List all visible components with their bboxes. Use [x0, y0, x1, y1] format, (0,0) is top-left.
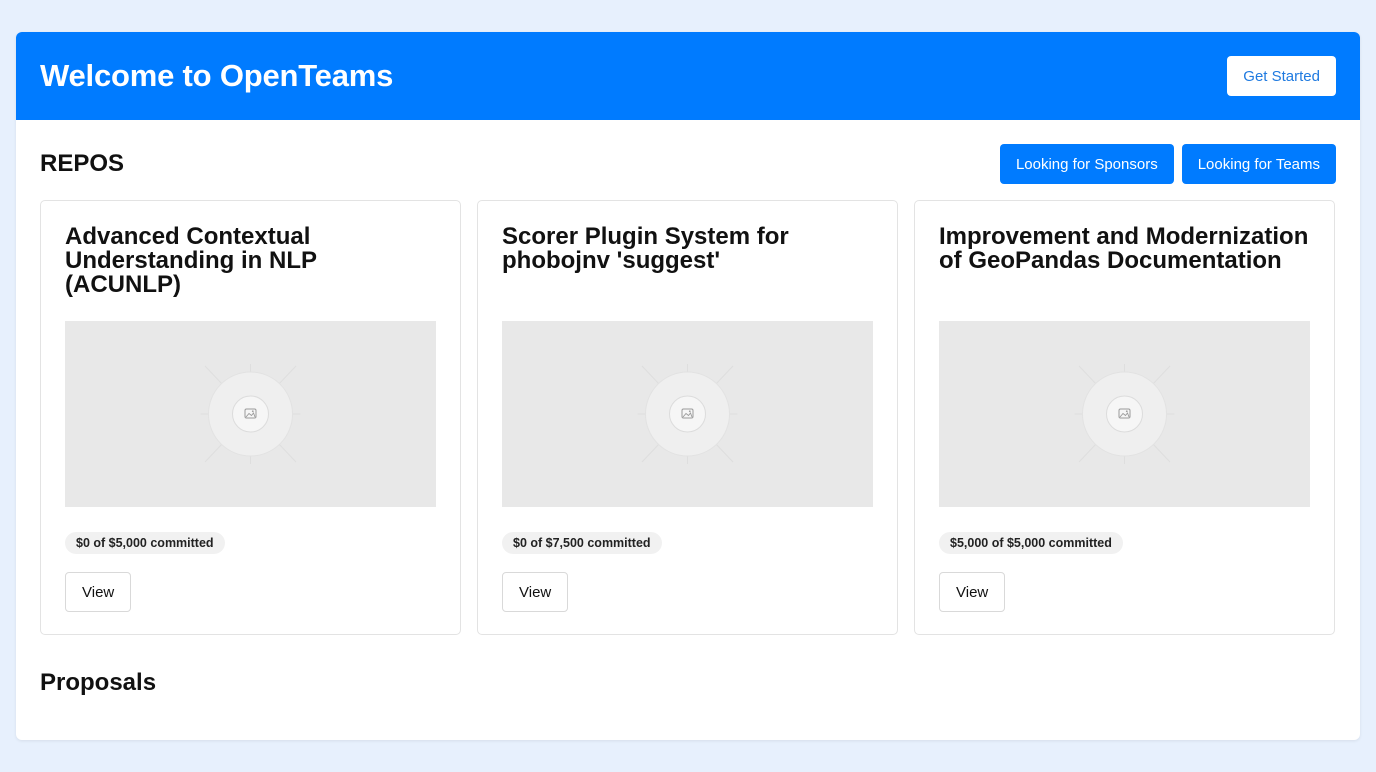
looking-for-teams-button[interactable]: Looking for Teams — [1181, 144, 1336, 184]
image-placeholder-icon — [200, 364, 301, 464]
repo-filters: Looking for Sponsors Looking for Teams — [999, 144, 1336, 184]
repo-card-title: Scorer Plugin System for phobojnv 'sugge… — [502, 223, 789, 274]
repo-card: Improvement and Modernization of GeoPand… — [914, 200, 1335, 635]
repo-card-title: Improvement and Modernization of GeoPand… — [939, 223, 1309, 274]
repo-card-title: Advanced Contextual Understanding in NLP… — [65, 223, 317, 298]
commitment-badge: $0 of $7,500 committed — [502, 532, 662, 554]
hero-banner: Welcome to OpenTeams Get Started — [16, 32, 1360, 120]
view-button[interactable]: View — [502, 572, 569, 612]
commitment-badge: $0 of $5,000 committed — [65, 532, 225, 554]
repo-image-placeholder — [502, 321, 873, 507]
image-placeholder-icon — [637, 364, 738, 464]
repos-heading: REPOS — [40, 150, 125, 177]
repo-image-placeholder — [65, 321, 436, 507]
looking-for-sponsors-button[interactable]: Looking for Sponsors — [999, 144, 1174, 184]
repos-header: REPOS Looking for Sponsors Looking for T… — [16, 120, 1360, 184]
commitment-badge: $5,000 of $5,000 committed — [939, 532, 1123, 554]
main-panel: Welcome to OpenTeams Get Started REPOS L… — [16, 32, 1360, 740]
proposals-heading: Proposals — [40, 669, 157, 696]
image-placeholder-icon — [1074, 364, 1175, 464]
page-title: Welcome to OpenTeams — [40, 58, 394, 93]
repo-card-list: Advanced Contextual Understanding in NLP… — [16, 184, 1360, 635]
view-button[interactable]: View — [65, 572, 132, 612]
get-started-button[interactable]: Get Started — [1227, 56, 1336, 96]
repo-image-placeholder — [939, 321, 1310, 507]
repo-card: Scorer Plugin System for phobojnv 'sugge… — [477, 200, 898, 635]
repo-card: Advanced Contextual Understanding in NLP… — [40, 200, 461, 635]
view-button[interactable]: View — [939, 572, 1006, 612]
